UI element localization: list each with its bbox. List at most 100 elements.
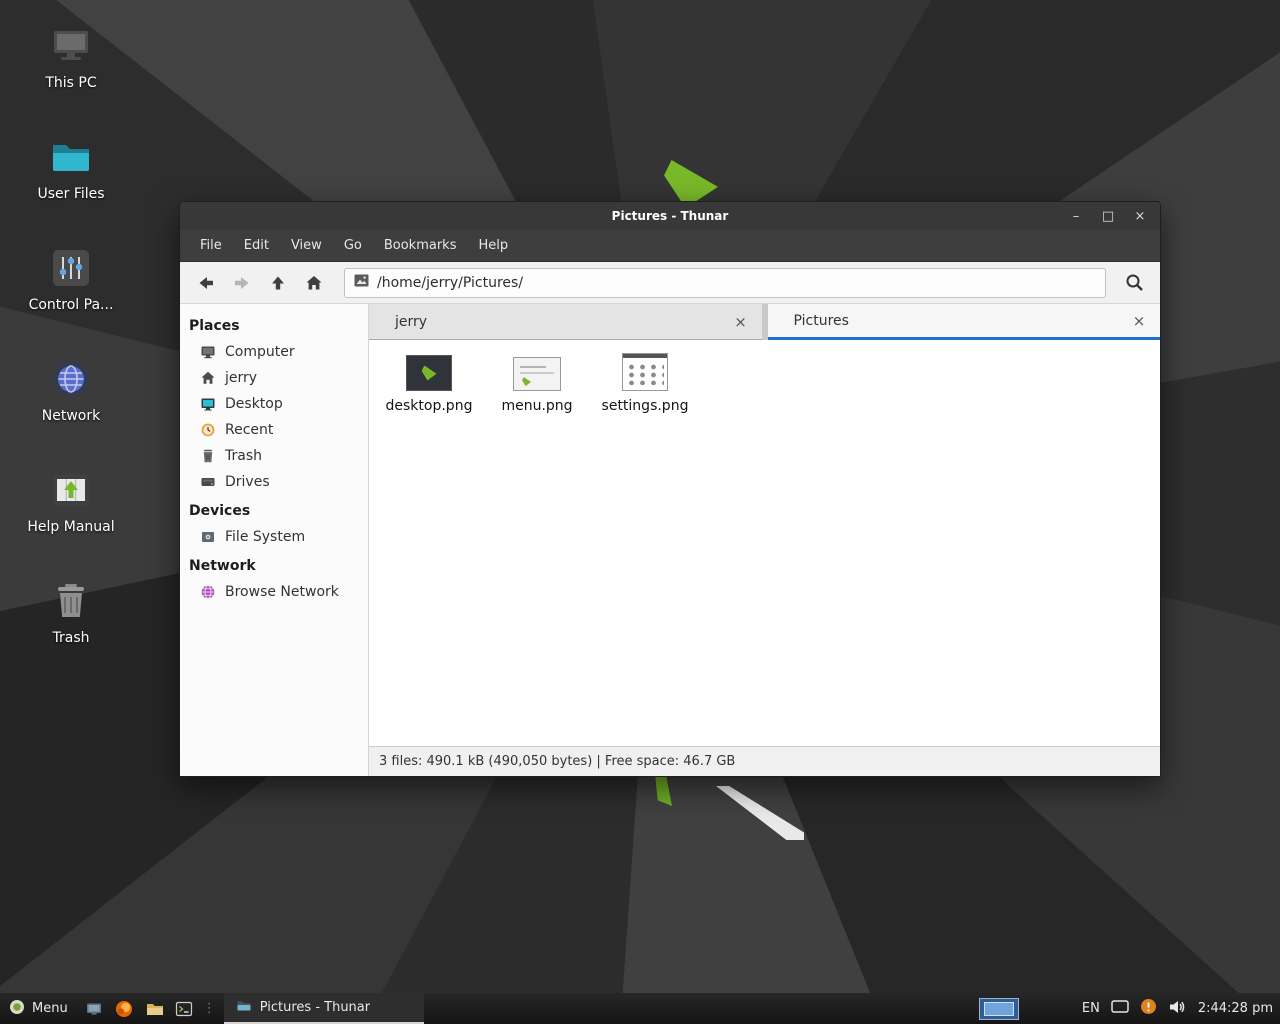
- drive-icon: [200, 474, 216, 490]
- files-launcher[interactable]: [139, 993, 169, 1024]
- file-thumbnail: [406, 353, 452, 391]
- taskbar-window-button[interactable]: Pictures - Thunar: [224, 993, 424, 1024]
- maximize-button[interactable]: □: [1092, 202, 1124, 230]
- arrow-up-icon: [268, 273, 288, 293]
- network-globe-icon: [200, 584, 216, 600]
- sidebar-section-network: Network: [180, 550, 368, 579]
- sidebar-item-desktop[interactable]: Desktop: [180, 391, 368, 417]
- volume-icon[interactable]: [1168, 999, 1187, 1019]
- menu-view[interactable]: View: [280, 238, 333, 253]
- menu-file[interactable]: File: [189, 238, 233, 253]
- folder-icon: [47, 133, 95, 181]
- thumbnail-titlebar: [623, 354, 667, 358]
- window-title: Pictures - Thunar: [612, 209, 729, 223]
- desktop-icon-network[interactable]: Network: [16, 355, 126, 424]
- sidebar-item-jerry[interactable]: jerry: [180, 365, 368, 391]
- window-body: Places Computer jerry Desktop Recent: [180, 304, 1160, 776]
- computer-icon: [200, 344, 216, 360]
- arrow-right-icon: [232, 273, 252, 293]
- clock-icon: [200, 422, 216, 438]
- menu-edit[interactable]: Edit: [233, 238, 280, 253]
- up-button[interactable]: [260, 267, 296, 299]
- terminal-icon: [175, 1000, 193, 1018]
- desktop-icon-label: Control Pa...: [29, 297, 114, 313]
- menu-png-thumbnail: [513, 357, 561, 391]
- desktop-surface[interactable]: This PC User Files Control Pa... Network…: [0, 0, 1280, 1024]
- desktop-icon-column: This PC User Files Control Pa... Network…: [16, 22, 126, 646]
- folder-icon: [145, 1000, 163, 1018]
- menu-label: Menu: [32, 1001, 68, 1016]
- tab-jerry[interactable]: jerry ×: [369, 304, 762, 340]
- desktop-icon-control-panel[interactable]: Control Pa...: [16, 244, 126, 313]
- desktop-icon-help-manual[interactable]: Help Manual: [16, 466, 126, 535]
- menu-bookmarks[interactable]: Bookmarks: [373, 238, 468, 253]
- tab-pictures[interactable]: Pictures ×: [768, 304, 1161, 340]
- thumbnail-line: [520, 372, 554, 374]
- tab-label: jerry: [395, 314, 427, 330]
- file-name: desktop.png: [386, 398, 473, 414]
- update-notifier-icon[interactable]: [1140, 998, 1157, 1019]
- thunar-window: Pictures - Thunar – □ × File Edit View G…: [179, 201, 1161, 777]
- file-thumbnail: [513, 353, 561, 391]
- forward-button[interactable]: [224, 267, 260, 299]
- sidebar-item-drives[interactable]: Drives: [180, 469, 368, 495]
- status-bar: 3 files: 490.1 kB (490,050 bytes) | Free…: [369, 746, 1160, 776]
- menubar: File Edit View Go Bookmarks Help: [180, 230, 1160, 262]
- home-button[interactable]: [296, 267, 332, 299]
- sidebar-item-label: Desktop: [225, 395, 283, 413]
- file-desktop-png[interactable]: desktop.png: [381, 353, 477, 414]
- desktop-icon-label: This PC: [45, 75, 96, 91]
- thumbnail-logo-accent: [422, 366, 437, 381]
- sidebar-item-computer[interactable]: Computer: [180, 339, 368, 365]
- sidebar-item-label: Trash: [225, 447, 262, 465]
- browser-launcher[interactable]: [109, 993, 139, 1024]
- close-button[interactable]: ×: [1124, 202, 1156, 230]
- sidebar: Places Computer jerry Desktop Recent: [180, 304, 369, 776]
- settings-png-thumbnail: [622, 353, 668, 391]
- menu-button[interactable]: Menu: [0, 993, 79, 1024]
- home-icon: [304, 273, 324, 293]
- sidebar-section-devices: Devices: [180, 495, 368, 524]
- sidebar-item-browse-network[interactable]: Browse Network: [180, 579, 368, 605]
- desktop-icon-label: Network: [42, 408, 100, 424]
- desktop-icon-trash[interactable]: Trash: [16, 577, 126, 646]
- screen-icon[interactable]: [1111, 1000, 1129, 1017]
- status-text: 3 files: 490.1 kB (490,050 bytes) | Free…: [379, 754, 735, 769]
- file-name: menu.png: [501, 398, 572, 414]
- sidebar-section-places: Places: [180, 310, 368, 339]
- sidebar-item-file-system[interactable]: File System: [180, 524, 368, 550]
- tab-close-icon[interactable]: ×: [1128, 312, 1150, 330]
- titlebar[interactable]: Pictures - Thunar – □ ×: [180, 202, 1160, 230]
- wallpaper-white-sliver: [716, 786, 804, 840]
- file-name: settings.png: [602, 398, 689, 414]
- desktop-icon-user-files[interactable]: User Files: [16, 133, 126, 202]
- menu-help[interactable]: Help: [467, 238, 519, 253]
- tab-close-icon[interactable]: ×: [730, 313, 752, 331]
- menu-go[interactable]: Go: [333, 238, 373, 253]
- tab-label: Pictures: [794, 313, 849, 329]
- back-button[interactable]: [188, 267, 224, 299]
- sidebar-item-recent[interactable]: Recent: [180, 417, 368, 443]
- file-menu-png[interactable]: menu.png: [489, 353, 585, 414]
- sidebar-item-label: jerry: [225, 369, 257, 387]
- taskbar: Menu ⋮ Pictures - Thunar: [0, 993, 1280, 1024]
- minimize-button[interactable]: –: [1060, 202, 1092, 230]
- file-thumbnail: [622, 353, 668, 391]
- location-bar[interactable]: /home/jerry/Pictures/: [344, 268, 1106, 298]
- clock[interactable]: 2:44:28 pm: [1198, 1001, 1273, 1016]
- window-list-applet[interactable]: [979, 998, 1019, 1020]
- file-settings-png[interactable]: settings.png: [597, 353, 693, 414]
- keyboard-layout-indicator[interactable]: EN: [1082, 1001, 1100, 1016]
- thumbnail-icon-grid: [626, 363, 664, 385]
- sidebar-item-trash[interactable]: Trash: [180, 443, 368, 469]
- show-desktop-launcher[interactable]: [79, 993, 109, 1024]
- terminal-launcher[interactable]: [169, 993, 199, 1024]
- firefox-icon: [115, 1000, 133, 1018]
- window-controls: – □ ×: [1060, 202, 1156, 230]
- launcher-separator[interactable]: ⋮: [199, 993, 220, 1024]
- manual-map-icon: [47, 466, 95, 514]
- desktop-icon-this-pc[interactable]: This PC: [16, 22, 126, 91]
- content-pane: jerry × Pictures ×: [369, 304, 1160, 776]
- search-button[interactable]: [1116, 267, 1152, 299]
- file-view[interactable]: desktop.png menu.png: [369, 340, 1160, 746]
